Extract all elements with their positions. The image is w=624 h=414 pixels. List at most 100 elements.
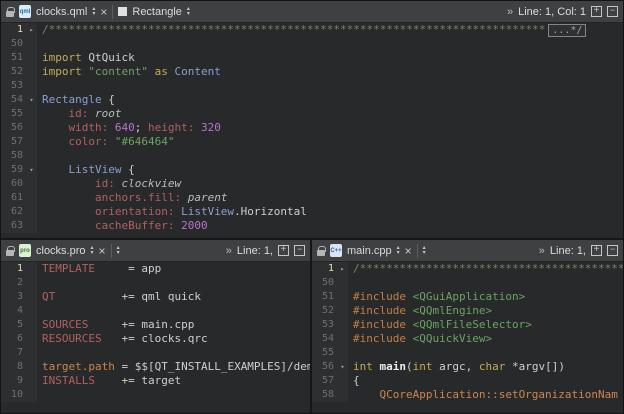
code-line[interactable]: 58 QCoreApplication::setOrganizationNam (312, 388, 623, 402)
document-selector-icon[interactable]: ▴▾ (92, 7, 95, 17)
overflow-chevron-icon[interactable]: » (507, 6, 513, 18)
code-line[interactable]: 9INSTALLS += target (1, 374, 310, 388)
fold-marker-icon[interactable]: ▸ (337, 262, 348, 276)
line-number[interactable]: 50 (1, 37, 26, 51)
close-document-button[interactable]: × (99, 245, 106, 257)
code-line[interactable]: 57{ (312, 374, 623, 388)
symbol-selector-icon[interactable]: ▴▾ (117, 246, 120, 256)
line-number[interactable]: 57 (1, 135, 26, 149)
code-line[interactable]: 1TEMPLATE = app (1, 262, 310, 276)
document-selector-icon[interactable]: ▴▾ (397, 246, 400, 256)
code-line[interactable]: 4 (1, 304, 310, 318)
line-number[interactable]: 6 (1, 332, 26, 346)
line-number[interactable]: 60 (1, 177, 26, 191)
overflow-chevron-icon[interactable]: » (226, 245, 232, 257)
line-number[interactable]: 52 (312, 304, 337, 318)
line-number[interactable]: 5 (1, 318, 26, 332)
code-editor[interactable]: 1▸/*************************************… (1, 23, 623, 238)
line-number[interactable]: 63 (1, 219, 26, 233)
line-number[interactable]: 55 (1, 107, 26, 121)
fold-marker-icon[interactable]: ▾ (26, 93, 37, 107)
close-document-button[interactable]: × (405, 245, 412, 257)
line-number[interactable]: 1 (312, 262, 337, 276)
line-number[interactable]: 54 (312, 332, 337, 346)
code-line[interactable]: 2 (1, 276, 310, 290)
code-line[interactable]: 1▸/*************************************… (312, 262, 623, 276)
lock-icon[interactable] (6, 11, 14, 17)
symbol-selector-icon[interactable]: ▴▾ (187, 7, 190, 17)
code-line[interactable]: 58 (1, 149, 623, 163)
code-line[interactable]: 62 orientation: ListView.Horizontal (1, 205, 623, 219)
line-number[interactable]: 54 (1, 93, 26, 107)
code-line[interactable]: 55 id: root (1, 107, 623, 121)
symbol-selector[interactable]: Rectangle (132, 6, 182, 18)
close-split-button[interactable] (294, 245, 305, 256)
code-line[interactable]: 54#include <QQuickView> (312, 332, 623, 346)
open-document-name[interactable]: main.cpp (347, 245, 392, 257)
code-line[interactable]: 56 width: 640; height: 320 (1, 121, 623, 135)
code-line[interactable]: 5SOURCES += main.cpp (1, 318, 310, 332)
line-number[interactable]: 57 (312, 374, 337, 388)
code-line[interactable]: 54▾Rectangle { (1, 93, 623, 107)
code-line[interactable]: 3QT += qml quick (1, 290, 310, 304)
lock-icon[interactable] (317, 250, 325, 256)
close-split-button[interactable] (607, 6, 618, 17)
code-line[interactable]: 53 (1, 79, 623, 93)
code-line[interactable]: 51import QtQuick (1, 51, 623, 65)
line-number[interactable]: 61 (1, 191, 26, 205)
line-number[interactable]: 3 (1, 290, 26, 304)
code-line[interactable]: 60 id: clockview (1, 177, 623, 191)
line-number[interactable]: 58 (312, 388, 337, 402)
code-line[interactable]: 10 (1, 388, 310, 402)
code-line[interactable]: 52#include <QQmlEngine> (312, 304, 623, 318)
line-number[interactable]: 62 (1, 205, 26, 219)
line-number[interactable]: 7 (1, 346, 26, 360)
fold-marker-icon[interactable]: ▾ (26, 163, 37, 177)
document-selector-icon[interactable]: ▴▾ (91, 246, 94, 256)
line-number[interactable]: 1 (1, 23, 26, 37)
line-number[interactable]: 59 (1, 163, 26, 177)
code-line[interactable]: 57 color: "#646464" (1, 135, 623, 149)
close-document-button[interactable]: × (100, 6, 107, 18)
code-editor[interactable]: 1▸/*************************************… (312, 262, 623, 413)
line-number[interactable]: 10 (1, 388, 26, 402)
cursor-position-indicator[interactable]: Line: 1, (237, 245, 273, 257)
code-line[interactable]: 7 (1, 346, 310, 360)
split-editor-button[interactable] (278, 245, 289, 256)
line-number[interactable]: 2 (1, 276, 26, 290)
code-line[interactable]: 8target.path = $$[QT_INSTALL_EXAMPLES]/d… (1, 360, 310, 374)
fold-marker-icon[interactable]: ▾ (337, 360, 348, 374)
line-number[interactable]: 52 (1, 65, 26, 79)
line-number[interactable]: 9 (1, 374, 26, 388)
code-line[interactable]: 6RESOURCES += clocks.qrc (1, 332, 310, 346)
line-number[interactable]: 56 (312, 360, 337, 374)
line-number[interactable]: 8 (1, 360, 26, 374)
code-line[interactable]: 61 anchors.fill: parent (1, 191, 623, 205)
line-number[interactable]: 58 (1, 149, 26, 163)
line-number[interactable]: 55 (312, 346, 337, 360)
code-line[interactable]: 53#include <QQmlFileSelector> (312, 318, 623, 332)
lock-icon[interactable] (6, 250, 14, 256)
split-editor-button[interactable] (591, 6, 602, 17)
line-number[interactable]: 51 (312, 290, 337, 304)
open-document-name[interactable]: clocks.pro (36, 245, 86, 257)
code-line[interactable]: 55 (312, 346, 623, 360)
line-number[interactable]: 56 (1, 121, 26, 135)
code-line[interactable]: 52import "content" as Content (1, 65, 623, 79)
code-line[interactable]: 50 (1, 37, 623, 51)
code-line[interactable]: 56▾int main(int argc, char *argv[]) (312, 360, 623, 374)
line-number[interactable]: 53 (1, 79, 26, 93)
split-editor-button[interactable] (591, 245, 602, 256)
code-line[interactable]: 1▸/*************************************… (1, 23, 623, 37)
symbol-selector-icon[interactable]: ▴▾ (423, 246, 426, 256)
code-editor[interactable]: 1TEMPLATE = app23QT += qml quick45SOURCE… (1, 262, 310, 413)
fold-marker-icon[interactable]: ▸ (26, 23, 37, 37)
close-split-button[interactable] (607, 245, 618, 256)
open-document-name[interactable]: clocks.qml (36, 6, 87, 18)
line-number[interactable]: 4 (1, 304, 26, 318)
line-number[interactable]: 1 (1, 262, 26, 276)
code-line[interactable]: 63 cacheBuffer: 2000 (1, 219, 623, 233)
line-number[interactable]: 53 (312, 318, 337, 332)
code-line[interactable]: 59▾ ListView { (1, 163, 623, 177)
cursor-position-indicator[interactable]: Line: 1, (550, 245, 586, 257)
